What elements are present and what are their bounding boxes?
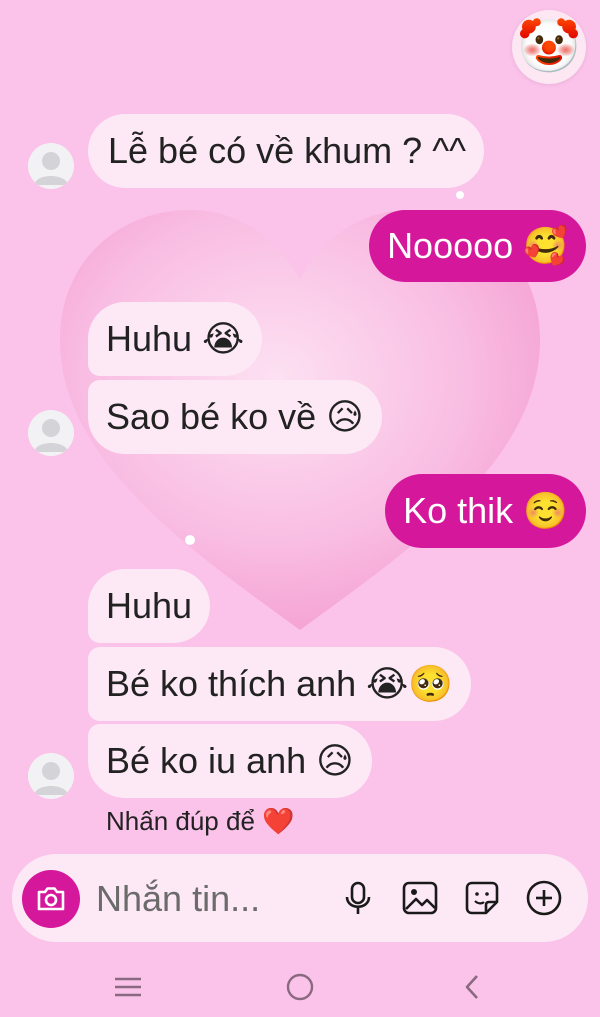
- home-button[interactable]: [278, 965, 322, 1009]
- avatar[interactable]: [28, 753, 74, 799]
- message-bubble-incoming[interactable]: Sao bé ko về 😥: [88, 380, 382, 454]
- message-bubble-outgoing[interactable]: Nooooo 🥰: [369, 210, 586, 282]
- plus-circle-icon[interactable]: [524, 878, 564, 918]
- double-tap-hint: Nhấn đúp để ❤️: [106, 806, 295, 836]
- home-icon: [286, 973, 314, 1001]
- message-bubble-incoming[interactable]: Huhu: [88, 569, 211, 643]
- recent-apps-icon: [115, 977, 141, 997]
- microphone-icon[interactable]: [338, 878, 378, 918]
- camera-icon: [37, 887, 65, 911]
- message-bubble-incoming[interactable]: Bé ko iu anh 😥: [88, 724, 372, 798]
- message-composer: [12, 854, 588, 942]
- message-bubble-incoming[interactable]: Lễ bé có về khum ? ^^: [88, 114, 484, 188]
- back-icon: [465, 975, 478, 999]
- back-button[interactable]: [450, 965, 494, 1009]
- message-bubble-incoming[interactable]: Huhu 😭: [88, 302, 263, 376]
- avatar[interactable]: [28, 410, 74, 456]
- sticker-icon[interactable]: [462, 878, 502, 918]
- recent-apps-button[interactable]: [106, 965, 150, 1009]
- message-input[interactable]: [94, 876, 318, 922]
- message-bubble-outgoing[interactable]: Ko thik ☺️: [385, 474, 586, 548]
- camera-button[interactable]: [22, 870, 80, 928]
- system-navigation-bar: [0, 955, 600, 1017]
- avatar[interactable]: [28, 143, 74, 189]
- image-icon[interactable]: [400, 878, 440, 918]
- reaction-emoji[interactable]: 🤡: [512, 10, 586, 84]
- message-bubble-incoming[interactable]: Bé ko thích anh 😭🥺: [88, 647, 472, 721]
